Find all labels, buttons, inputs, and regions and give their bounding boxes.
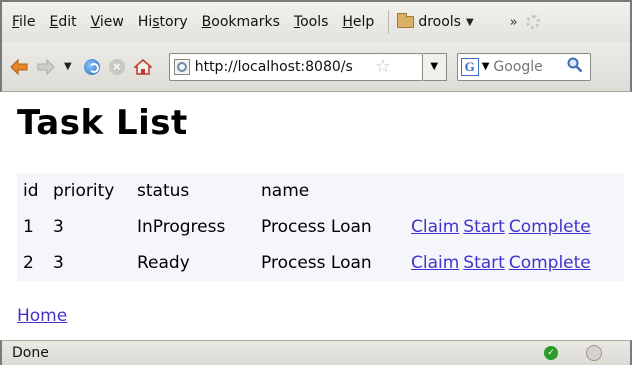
cell-priority: 3 [53,253,64,273]
cell-status: InProgress [137,217,226,237]
bookmark-folder-drools[interactable]: drools ▼ [397,13,474,30]
start-link[interactable]: Start [463,253,505,273]
home-icon[interactable] [133,56,152,78]
menu-history[interactable]: History [138,14,188,30]
task-table: id priority status name 1 3 InProgress P… [17,173,624,281]
folder-icon [397,13,415,28]
url-dropdown-button[interactable]: ▼ [422,52,447,81]
reload-icon [83,58,100,75]
cell-name: Process Loan [261,253,372,273]
chevron-down-icon: ▼ [465,16,474,28]
search-bar[interactable]: G ▼ [456,52,591,81]
history-dropdown-icon[interactable]: ▼ [64,61,72,72]
cell-id: 1 [23,217,34,237]
cell-status: Ready [137,253,190,273]
menu-separator [388,10,390,34]
menu-help[interactable]: Help [342,14,374,30]
cell-actions: Claim Start Complete [405,245,624,281]
cell-actions: Claim Start Complete [405,209,624,245]
status-bar: Done ✓ [0,340,632,365]
bookmark-star-icon[interactable]: ☆ [375,56,391,77]
bookmark-folder-label: drools [418,14,461,30]
table-header-row: id priority status name [17,173,624,209]
forward-arrow-icon[interactable] [37,56,55,78]
menu-bookmarks[interactable]: Bookmarks [202,14,280,30]
header-status: status [137,181,190,201]
cell-name: Process Loan [261,217,372,237]
firebug-icon[interactable] [586,345,602,361]
menu-file[interactable]: File [12,14,35,30]
status-ok-icon[interactable]: ✓ [544,346,558,360]
address-bar[interactable]: http://localhost:8080/s ☆ [168,52,423,81]
navigation-toolbar: ▼ × http://localhost:8080/s ☆ ▼ G ▼ [0,42,632,92]
cell-priority: 3 [53,217,64,237]
complete-link[interactable]: Complete [509,217,591,237]
start-link[interactable]: Start [463,217,505,237]
engine-dropdown-icon[interactable]: ▼ [482,61,490,72]
header-priority: priority [53,181,115,201]
url-text[interactable]: http://localhost:8080/s [195,59,373,75]
page-favicon-icon [173,58,190,75]
back-arrow-icon[interactable] [10,56,28,78]
table-row: 2 3 Ready Process Loan Claim Start Complet… [17,245,624,281]
header-id: id [23,181,39,201]
header-actions [405,173,624,209]
complete-link[interactable]: Complete [509,253,591,273]
menu-edit[interactable]: Edit [49,14,76,30]
throbber-icon [525,15,540,29]
overflow-chevron-icon[interactable]: » [510,15,518,30]
claim-link[interactable]: Claim [411,217,459,237]
table-row: 1 3 InProgress Process Loan Claim Start Co… [17,209,624,245]
home-link[interactable]: Home [17,306,67,326]
menu-bar: File Edit View History Bookmarks Tools H… [0,0,632,42]
stop-icon: × [108,58,125,75]
claim-link[interactable]: Claim [411,253,459,273]
cell-id: 2 [23,253,34,273]
menu-view[interactable]: View [91,14,124,30]
magnifier-icon[interactable] [567,57,583,77]
status-text: Done [12,345,49,361]
google-engine-icon[interactable]: G [460,57,479,76]
reload-button[interactable] [83,56,100,78]
header-name: name [261,181,310,201]
menu-tools[interactable]: Tools [294,14,329,30]
search-input[interactable] [493,58,566,75]
stop-button[interactable]: × [108,56,125,78]
page-content: Task List id priority status name 1 3 In… [0,93,632,340]
page-title: Task List [17,103,188,143]
